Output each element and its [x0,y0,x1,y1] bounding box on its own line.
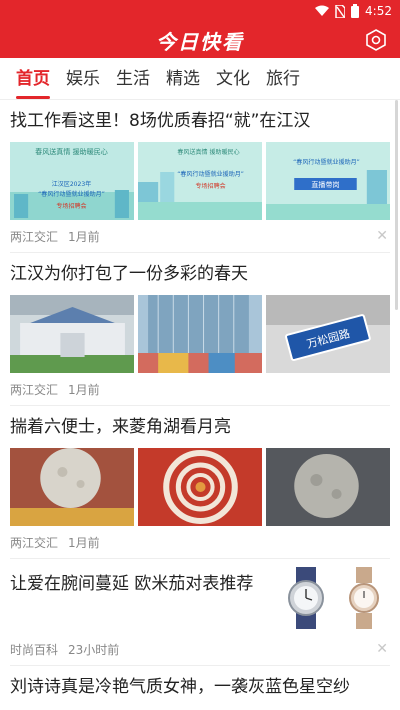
battery-icon [351,4,360,18]
article-source: 时尚百科 [10,642,59,657]
moon-night-image[interactable] [266,448,390,526]
article-title[interactable]: 找工作看这里！8场优质春招“就”在江汉 [10,108,390,136]
dismiss-icon[interactable]: ✕ [376,641,388,657]
settings-hexagon-icon[interactable] [364,28,388,52]
wifi-icon [315,5,330,17]
article-card[interactable]: 让爱在腕间蔓延 欧米茄对表推荐 时尚百科 23小时前 ✕ [10,559,390,666]
article-title[interactable]: 揣着六便士，来菱角湖看月亮 [10,414,390,442]
svg-text:“春风行动暨就业援助月”: “春风行动暨就业援助月” [38,190,105,198]
article-time: 1月前 [68,229,100,244]
article-title[interactable]: 让爱在腕间蔓延 欧米茄对表推荐 [10,567,282,633]
job-fair-banner-image[interactable]: 春风送真情 援助暖民心 江汉区2023年 “春风行动暨就业援助月” 专场招聘会 [10,142,134,220]
article-source: 两江交汇 [10,382,59,397]
svg-text:专场招聘会: 专场招聘会 [195,182,225,190]
news-feed: 找工作看这里！8场优质春招“就”在江汉 春风送真情 援助暖民心 江汉区2023年… [0,100,400,702]
svg-text:春风送真情 援助暖民心: 春风送真情 援助暖民心 [35,147,108,156]
article-time: 1月前 [68,535,100,550]
article-title[interactable]: 刘诗诗真是冷艳气质女神，一袭灰蓝色星空纱 [10,674,390,702]
dismiss-icon[interactable]: ✕ [376,228,388,244]
tab-life[interactable]: 生活 [108,64,158,99]
glass-tower-image[interactable] [138,295,262,373]
article-card[interactable]: 找工作看这里！8场优质春招“就”在江汉 春风送真情 援助暖民心 江汉区2023年… [10,100,390,253]
app-title: 今日快看 [156,29,244,54]
job-fair-banner-image[interactable]: 春风送真情 援助暖民心 “春风行动暨就业援助月” 专场招聘会 [138,142,262,220]
status-time: 4:52 [365,4,392,18]
svg-text:专场招聘会: 专场招聘会 [56,202,86,210]
tab-travel[interactable]: 旅行 [258,64,308,99]
building-aerial-image[interactable] [10,295,134,373]
tab-entertainment[interactable]: 娱乐 [58,64,108,99]
svg-text:春风送真情 援助暖民心: 春风送真情 援助暖民心 [177,148,239,156]
job-fair-banner-image[interactable]: “春风行动暨就业援助月” 直播带岗 [266,142,390,220]
svg-text:江汉区2023年: 江汉区2023年 [52,180,92,188]
svg-text:直播带岗: 直播带岗 [311,180,339,189]
tab-featured[interactable]: 精选 [158,64,208,99]
article-source: 两江交汇 [10,535,59,550]
mens-watch-image[interactable] [282,567,330,633]
svg-text:“春风行动暨就业援助月”: “春风行动暨就业援助月” [293,158,360,166]
status-bar: 4:52 [0,0,400,22]
tab-culture[interactable]: 文化 [208,64,258,99]
article-card[interactable]: 揣着六便士，来菱角湖看月亮 两江交汇 1月前 [10,406,390,559]
article-source: 两江交汇 [10,229,59,244]
red-spiral-stairs-image[interactable] [138,448,262,526]
scrollbar[interactable] [395,100,398,310]
article-title[interactable]: 江汉为你打包了一份多彩的春天 [10,261,390,289]
no-sim-icon [335,4,346,18]
article-card[interactable]: 江汉为你打包了一份多彩的春天 万松园路 两江交汇 1月前 [10,253,390,406]
article-time: 1月前 [68,382,100,397]
svg-text:“春风行动暨就业援助月”: “春风行动暨就业援助月” [177,170,244,178]
tab-home[interactable]: 首页 [8,64,58,99]
ladies-watch-image[interactable] [344,567,384,633]
street-sign-image[interactable]: 万松园路 [266,295,390,373]
article-time: 23小时前 [68,642,120,657]
app-header: 4:52 今日快看 [0,0,400,58]
category-tabs: 首页 娱乐 生活 精选 文化 旅行 [0,58,400,100]
article-card[interactable]: 刘诗诗真是冷艳气质女神，一袭灰蓝色星空纱 [10,666,390,702]
moon-installation-image[interactable] [10,448,134,526]
